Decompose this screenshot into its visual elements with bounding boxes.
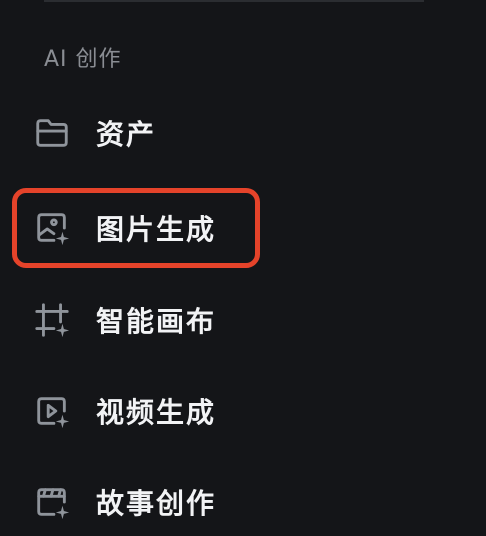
sidebar-item-smart-canvas[interactable]: 智能画布 bbox=[32, 292, 452, 348]
sidebar-item-label: 智能画布 bbox=[96, 305, 217, 338]
folder-icon bbox=[32, 113, 72, 153]
section-label-ai-creation: AI 创作 bbox=[44, 47, 122, 72]
divider bbox=[44, 0, 424, 2]
storyboard-sparkle-icon bbox=[32, 482, 72, 522]
sidebar-item-label: 资产 bbox=[96, 118, 157, 151]
video-sparkle-icon bbox=[32, 391, 72, 431]
sidebar-item-label: 故事创作 bbox=[96, 487, 217, 520]
sidebar-item-video-generation[interactable]: 视频生成 bbox=[32, 383, 452, 439]
image-sparkle-icon bbox=[32, 208, 72, 248]
sidebar: AI 创作 资产 图片生成 智能画布 视频生成 故事创作 bbox=[0, 0, 486, 536]
sidebar-item-assets[interactable]: 资产 bbox=[32, 105, 452, 161]
sidebar-item-image-generation[interactable]: 图片生成 bbox=[32, 200, 452, 256]
sidebar-item-label: 视频生成 bbox=[96, 396, 217, 429]
canvas-crop-sparkle-icon bbox=[32, 300, 72, 340]
sidebar-item-label: 图片生成 bbox=[96, 213, 217, 246]
sidebar-item-story-creation[interactable]: 故事创作 bbox=[32, 474, 452, 530]
